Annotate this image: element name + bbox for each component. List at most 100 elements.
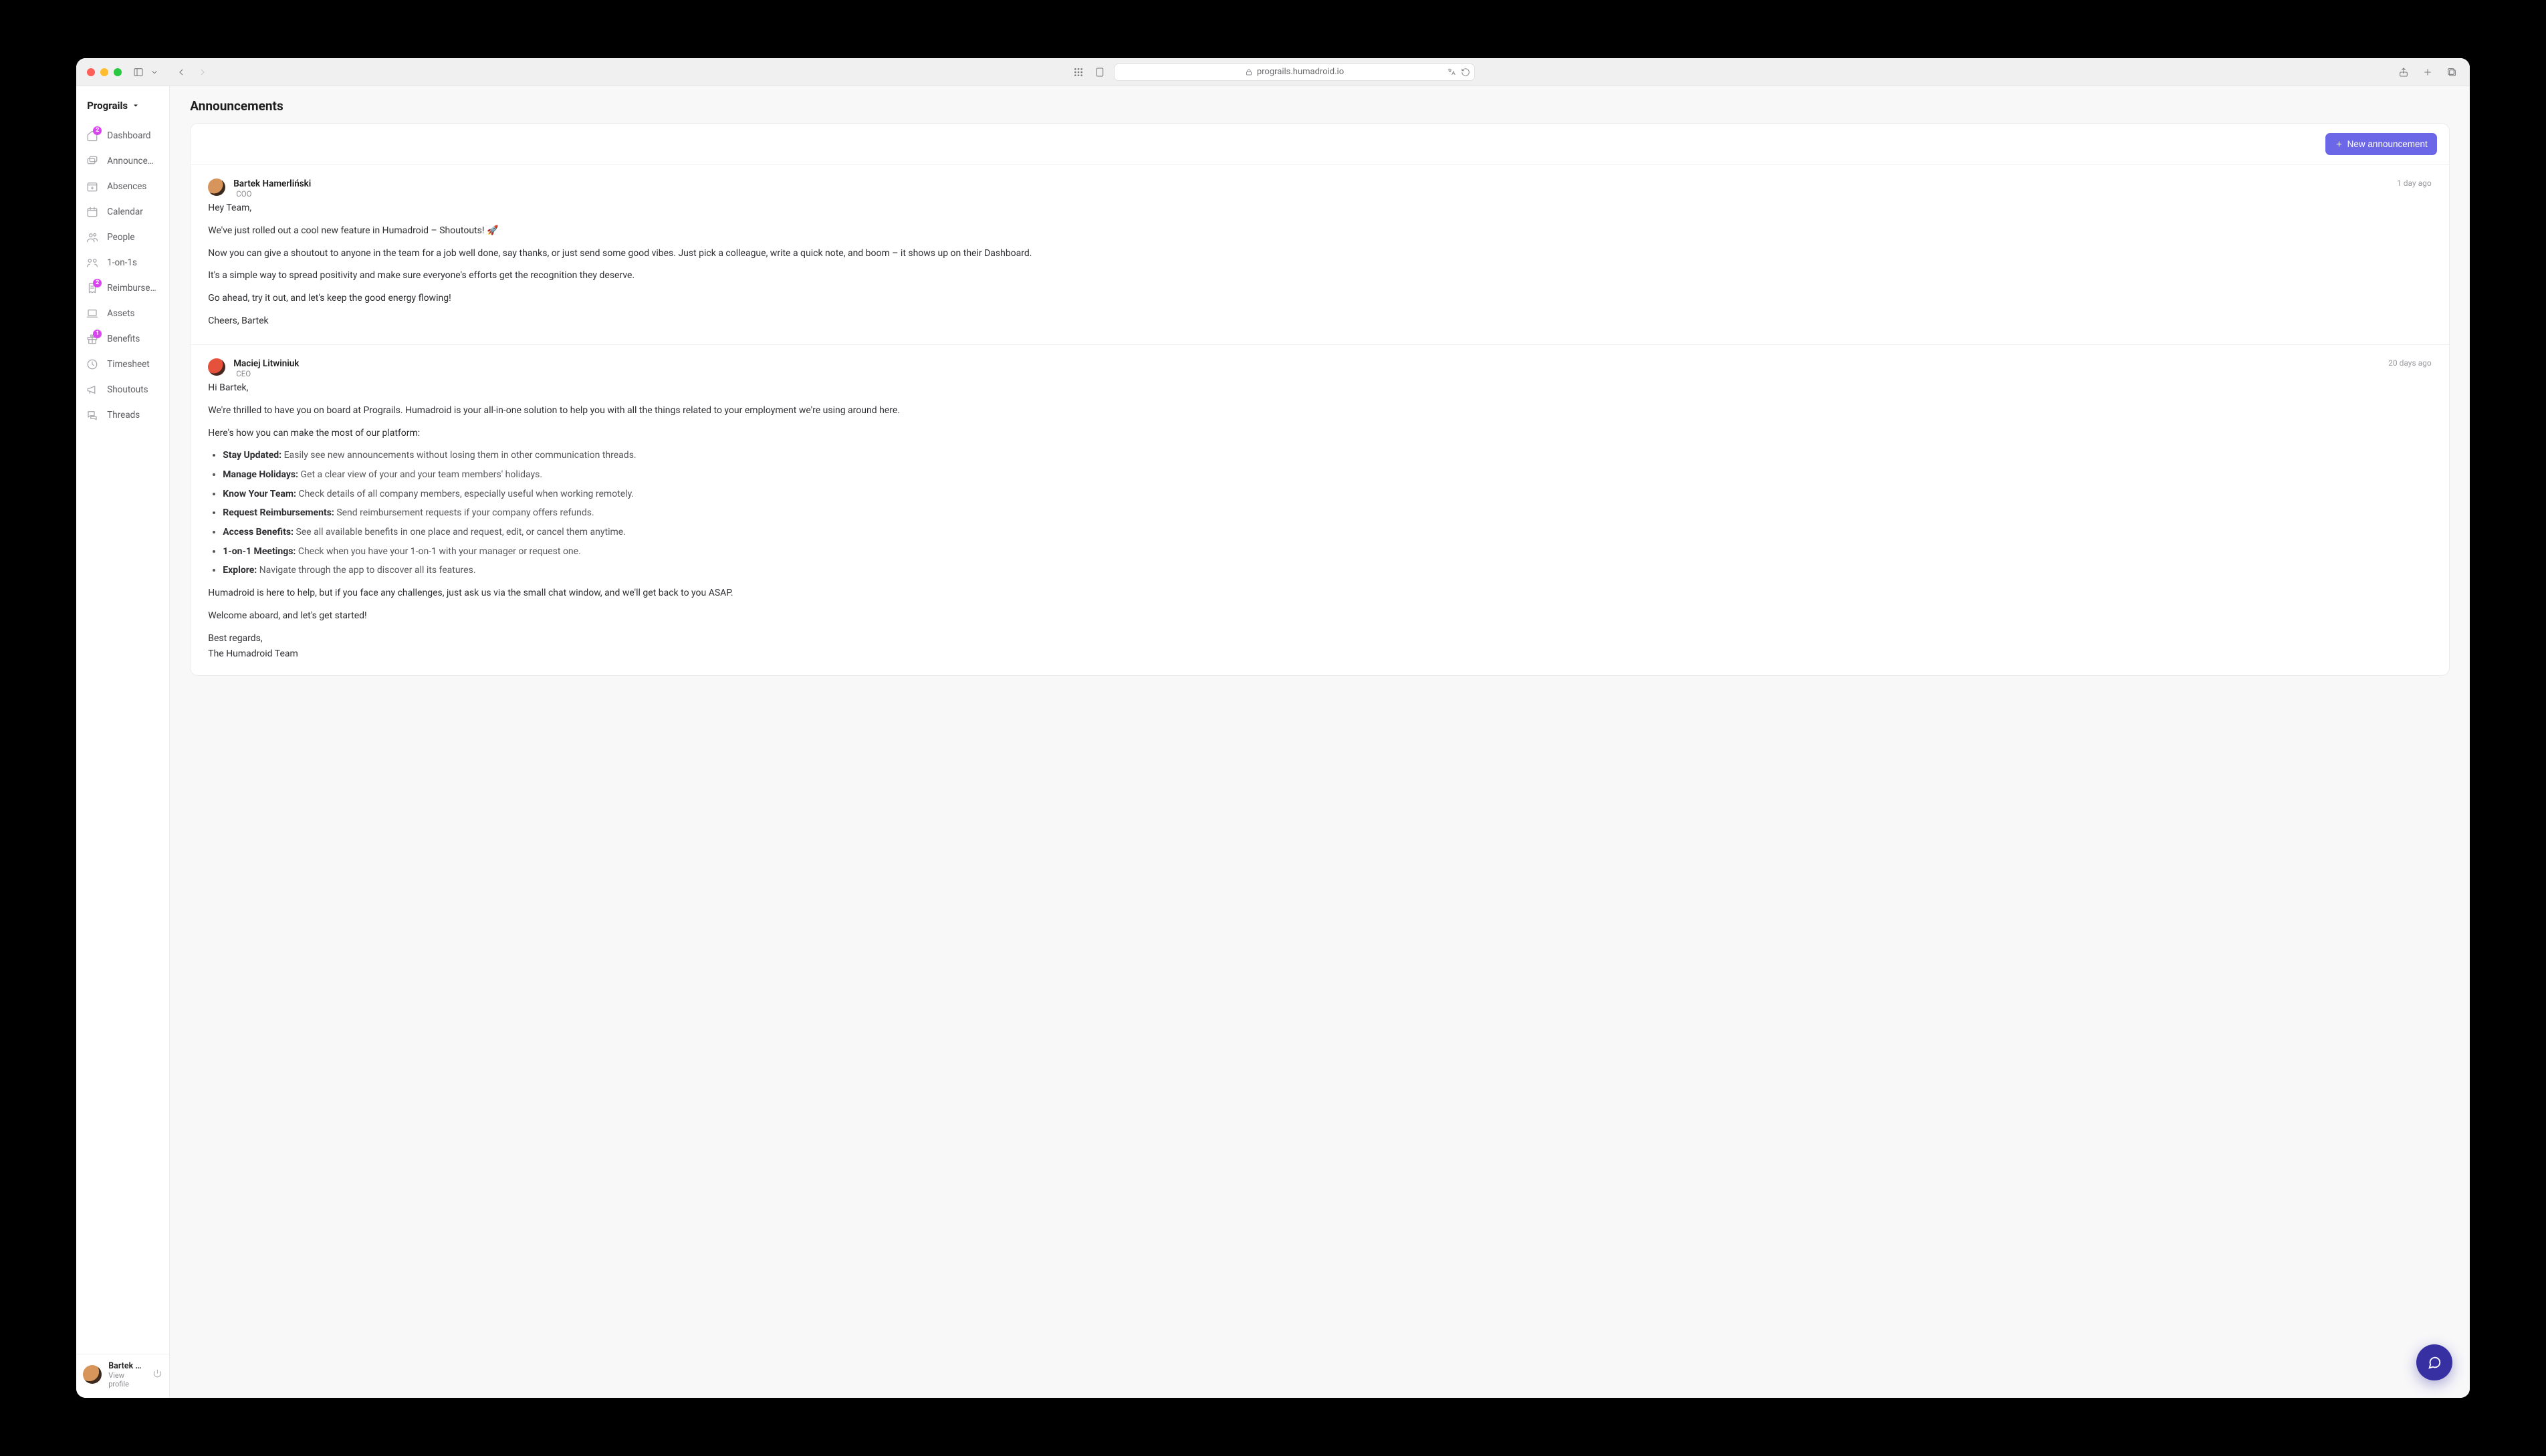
list-item: Access Benefits: See all available benef…: [223, 525, 2432, 540]
sidebar-item-label: People: [107, 232, 134, 243]
sidebar-item-assets[interactable]: Assets: [76, 301, 169, 326]
list-item: Request Reimbursements: Send reimburseme…: [223, 506, 2432, 521]
post-role: CEO: [233, 369, 299, 378]
main-content: Announcements New announcement Bartek Ha…: [170, 86, 2470, 1398]
chat-fab[interactable]: [2416, 1344, 2452, 1380]
badge: 2: [93, 279, 102, 287]
sidebar-item-label: Calendar: [107, 207, 143, 217]
chat-bubble-icon: [2427, 1355, 2442, 1370]
post-paragraph: We're thrilled to have you on board at P…: [208, 404, 2432, 418]
sidebar-item-people[interactable]: People: [76, 225, 169, 249]
post-paragraph: It's a simple way to spread positivity a…: [208, 269, 2432, 283]
reload-icon[interactable]: [1461, 68, 1470, 77]
apps-grid-icon[interactable]: [1071, 65, 1086, 80]
sidebar-item-label: Timesheet: [107, 359, 149, 370]
footer-user-name: Bartek Hamerli: [108, 1361, 146, 1371]
sidebar-nav: 2 Dashboard Announcements Absences Calen…: [76, 124, 169, 427]
post-timestamp: 1 day ago: [2397, 178, 2432, 188]
power-icon[interactable]: [152, 1368, 162, 1381]
receipt-icon: 2: [86, 281, 99, 295]
badge: 2: [93, 126, 102, 135]
post-timestamp: 20 days ago: [2388, 358, 2432, 368]
list-item: 1-on-1 Meetings: Check when you have you…: [223, 545, 2432, 560]
sidebar-item-calendar[interactable]: Calendar: [76, 200, 169, 224]
caret-down-icon: [132, 102, 140, 110]
post-paragraph: Humadroid is here to help, but if you fa…: [208, 586, 2432, 601]
sidebar-toggle-icon[interactable]: [131, 65, 146, 80]
tab-overview-icon[interactable]: [2444, 65, 2459, 80]
megaphone-icon: [86, 383, 99, 396]
close-window-button[interactable]: [87, 68, 95, 76]
sidebar-item-dashboard[interactable]: 2 Dashboard: [76, 124, 169, 148]
workspace-switcher[interactable]: Prograils: [76, 96, 169, 124]
sidebar-item-threads[interactable]: Threads: [76, 403, 169, 427]
browser-window: prograils.humadroid.io Prograils: [76, 58, 2470, 1398]
announcements-card: New announcement Bartek Hamerliński COO …: [190, 123, 2450, 676]
sidebar-item-shoutouts[interactable]: Shoutouts: [76, 378, 169, 402]
privacy-report-icon[interactable]: [1092, 65, 1107, 80]
post-role: COO: [233, 189, 311, 199]
url-text: prograils.humadroid.io: [1257, 67, 1344, 77]
plus-icon: [2335, 140, 2343, 148]
window-controls: [87, 68, 122, 76]
sidebar-item-label: Assets: [107, 308, 134, 319]
sidebar-item-label: Reimbursements: [107, 283, 160, 293]
sidebar-item-label: Absences: [107, 181, 146, 192]
sidebar-item-label: Announcements: [107, 156, 160, 166]
post-paragraph: Go ahead, try it out, and let's keep the…: [208, 291, 2432, 306]
chat-icon: [86, 408, 99, 422]
new-tab-icon[interactable]: [2420, 65, 2435, 80]
sidebar-item-label: Threads: [107, 410, 140, 420]
avatar: [208, 358, 225, 376]
calendar-plus-icon: [86, 180, 99, 193]
lock-icon: [1245, 68, 1253, 76]
post-paragraph: The Humadroid Team: [208, 647, 2432, 662]
clock-icon: [86, 358, 99, 371]
avatar: [83, 1365, 102, 1384]
share-icon[interactable]: [2396, 65, 2411, 80]
post-paragraph: Now you can give a shoutout to anyone in…: [208, 247, 2432, 261]
post-paragraph: Hi Bartek,: [208, 381, 2432, 396]
url-bar[interactable]: prograils.humadroid.io: [1114, 64, 1475, 81]
forward-button[interactable]: [195, 65, 210, 80]
sidebar: Prograils 2 Dashboard Announcements Abse…: [76, 86, 170, 1398]
announcement-post: Bartek Hamerliński COO 1 day ago Hey Tea…: [191, 165, 2449, 342]
post-paragraph: Hey Team,: [208, 201, 2432, 216]
sidebar-item-label: 1-on-1s: [107, 257, 137, 268]
minimize-window-button[interactable]: [100, 68, 108, 76]
post-author: Maciej Litwiniuk: [233, 358, 299, 369]
chevron-down-icon[interactable]: [150, 65, 159, 80]
footer-view-profile: View profile: [108, 1371, 146, 1388]
back-button[interactable]: [174, 65, 189, 80]
post-paragraph: We've just rolled out a cool new feature…: [208, 224, 2432, 239]
list-item: Manage Holidays: Get a clear view of you…: [223, 468, 2432, 483]
home-icon: 2: [86, 129, 99, 142]
announcement-post: Maciej Litwiniuk CEO 20 days ago Hi Bart…: [191, 344, 2449, 675]
people-icon: [86, 231, 99, 244]
sidebar-item-1on1s[interactable]: 1-on-1s: [76, 251, 169, 275]
post-body: Hey Team, We've just rolled out a cool n…: [208, 201, 2432, 328]
announcement-icon: [86, 154, 99, 168]
sidebar-item-timesheet[interactable]: Timesheet: [76, 352, 169, 376]
list-item: Know Your Team: Check details of all com…: [223, 487, 2432, 502]
avatar: [208, 178, 225, 196]
sidebar-item-announcements[interactable]: Announcements: [76, 149, 169, 173]
sidebar-item-label: Shoutouts: [107, 384, 148, 395]
translate-icon[interactable]: [1446, 68, 1457, 77]
sidebar-footer[interactable]: Bartek Hamerli View profile: [76, 1354, 169, 1391]
post-paragraph: Here's how you can make the most of our …: [208, 427, 2432, 441]
button-label: New announcement: [2347, 139, 2428, 149]
one-on-one-icon: [86, 256, 99, 269]
workspace-name: Prograils: [87, 100, 128, 112]
sidebar-item-reimbursements[interactable]: 2 Reimbursements: [76, 276, 169, 300]
titlebar: prograils.humadroid.io: [76, 58, 2470, 86]
page-title: Announcements: [190, 98, 2450, 114]
gift-icon: 1: [86, 332, 99, 346]
new-announcement-button[interactable]: New announcement: [2325, 133, 2437, 155]
list-item: Stay Updated: Easily see new announcemen…: [223, 449, 2432, 463]
card-header: New announcement: [191, 124, 2449, 165]
maximize-window-button[interactable]: [114, 68, 122, 76]
sidebar-item-benefits[interactable]: 1 Benefits: [76, 327, 169, 351]
sidebar-item-absences[interactable]: Absences: [76, 174, 169, 199]
badge: 1: [93, 330, 102, 338]
